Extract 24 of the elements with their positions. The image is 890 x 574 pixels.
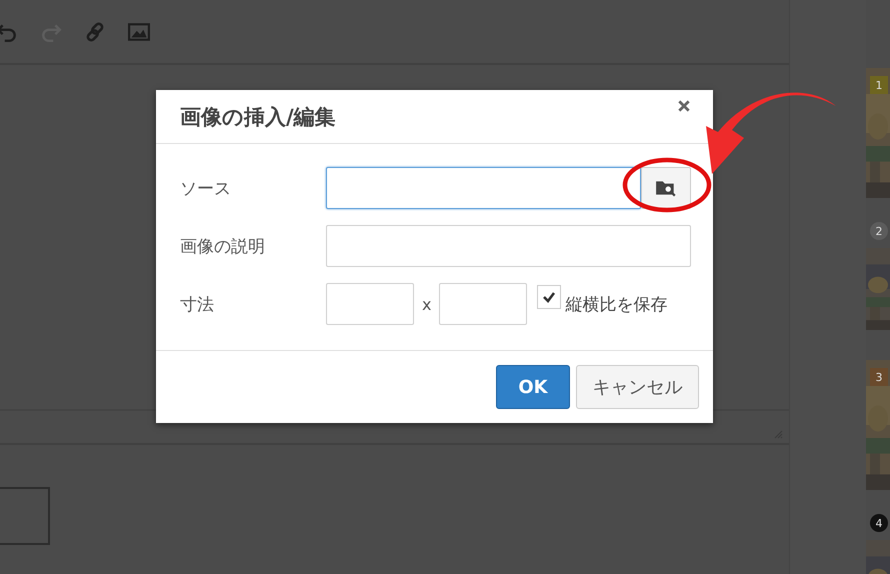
checkbox[interactable]	[537, 285, 562, 309]
browse-button[interactable]	[641, 167, 691, 209]
rank-badge: 3	[870, 368, 888, 386]
cancel-button[interactable]: キャンセル	[576, 365, 699, 409]
rank-badge: 4	[870, 514, 888, 532]
link-icon[interactable]	[84, 20, 106, 42]
checkbox-label: 縦横比を保存	[565, 294, 668, 316]
field-label: ソース	[180, 178, 232, 200]
folder-search-icon	[655, 179, 677, 197]
description-field[interactable]	[326, 225, 691, 267]
image-icon[interactable]	[128, 20, 150, 42]
rank-badge: 1	[870, 76, 888, 94]
field-label: 画像の説明	[180, 236, 266, 258]
check-icon	[542, 290, 556, 304]
dimension-separator: x	[422, 294, 432, 314]
input-box	[0, 487, 50, 545]
field-label: 寸法	[180, 294, 215, 316]
ok-button[interactable]: OK	[496, 365, 570, 409]
width-field[interactable]	[326, 283, 414, 325]
height-field[interactable]	[439, 283, 528, 325]
dialog-title: 画像の挿入/編集	[180, 104, 336, 130]
source-field[interactable]	[326, 167, 641, 209]
close-icon[interactable]	[677, 98, 691, 112]
rank-badge: 2	[870, 222, 888, 240]
